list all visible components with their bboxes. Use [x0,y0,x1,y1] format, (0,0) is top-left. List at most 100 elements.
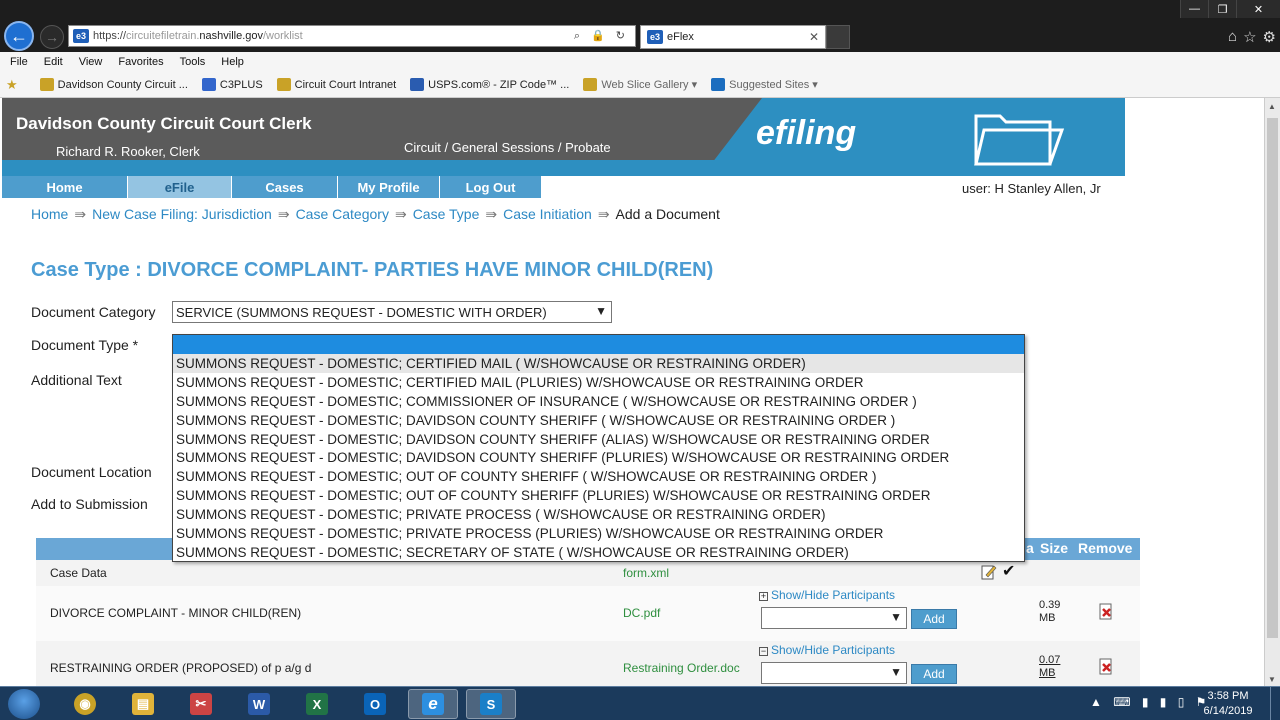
browser-right-icons: ⌂ ☆ ⚙ [1228,28,1276,46]
favorite-davidson[interactable]: Davidson County Circuit ... [39,78,188,91]
dropdown-option[interactable]: SUMMONS REQUEST - DOMESTIC; PRIVATE PROC… [173,524,1024,543]
row-document-name: Case Data [50,566,107,580]
dropdown-option[interactable]: SUMMONS REQUEST - DOMESTIC; DAVIDSON COU… [173,448,1024,467]
start-button[interactable] [8,689,40,719]
taskbar-app-snipping[interactable]: ✂ [176,689,226,719]
home-icon[interactable]: ⌂ [1228,28,1237,46]
dropdown-option[interactable]: SUMMONS REQUEST - DOMESTIC; CERTIFIED MA… [173,373,1024,392]
table-row: Case Data form.xml ✔ [36,560,1140,586]
menu-help[interactable]: Help [221,56,244,68]
favorite-icon [201,78,216,91]
dropdown-option[interactable]: SUMMONS REQUEST - DOMESTIC; DAVIDSON COU… [173,411,1024,430]
favorite-c3plus[interactable]: C3PLUS [201,78,263,91]
breadcrumb-separator: ⇛ [74,206,87,222]
row-file-link[interactable]: form.xml [623,566,669,580]
dropdown-option[interactable]: SUMMONS REQUEST - DOMESTIC; CERTIFIED MA… [173,354,1024,373]
add-participant-button[interactable]: Add [911,664,957,684]
dropdown-option[interactable]: SUMMONS REQUEST - DOMESTIC; COMMISSIONER… [173,392,1024,411]
system-tray-icons[interactable]: ▲ ⌨ ▮ ▮ ▯ ⚑ [1090,695,1210,709]
menu-edit[interactable]: Edit [44,56,63,68]
edit-icon[interactable] [981,564,997,580]
favorite-label: Circuit Court Intranet [294,78,397,91]
taskbar-app-outlook[interactable]: O [350,689,400,719]
scroll-up-icon[interactable]: ▲ [1268,102,1276,111]
favorites-star-icon[interactable]: ☆ [1243,28,1256,46]
word-icon: W [248,693,270,715]
breadcrumb-current: Add a Document [615,206,720,222]
row-document-name: DIVORCE COMPLAINT - MINOR CHILD(REN) [50,606,302,620]
show-hide-participants[interactable]: − Show/Hide Participants [759,643,895,657]
participant-select[interactable]: ▼ [761,607,907,629]
back-button[interactable]: ← [4,21,34,51]
minimize-button[interactable]: — [1180,0,1208,18]
remove-document-icon[interactable] [1098,658,1114,676]
forward-button[interactable]: → [40,25,64,49]
court-subtitle: Circuit / General Sessions / Probate [404,140,611,155]
dropdown-option[interactable]: SUMMONS REQUEST - DOMESTIC; OUT OF COUNT… [173,486,1024,505]
scrollbar-thumb[interactable] [1267,118,1278,638]
nav-efile[interactable]: eFile [128,176,232,198]
favorite-usps[interactable]: USPS.com® - ZIP Code™ ... [410,78,569,91]
taskbar-app-chrome[interactable]: ◉ [60,689,110,719]
show-hide-participants[interactable]: + Show/Hide Participants [759,588,895,602]
menu-file[interactable]: File [10,56,28,68]
tab-close-icon[interactable]: ✕ [809,30,819,44]
clock-time: 3:58 PM [1207,690,1249,702]
favorite-intranet[interactable]: Circuit Court Intranet [276,78,397,91]
dropdown-selected-option[interactable] [173,335,1024,354]
efiling-brand: efiling [756,114,857,152]
taskbar-app-explorer[interactable]: ▤ [118,689,168,719]
site-nav: Home eFile Cases My Profile Log Out [2,176,542,198]
dropdown-option[interactable]: SUMMONS REQUEST - DOMESTIC; DAVIDSON COU… [173,430,1024,449]
breadcrumb-case-initiation[interactable]: Case Initiation [503,206,592,223]
add-participant-button[interactable]: Add [911,609,957,629]
scroll-down-icon[interactable]: ▼ [1268,675,1276,684]
address-bar[interactable]: e3 https:// circuitefiletrain. nashville… [68,25,636,47]
row-file-link[interactable]: Restraining Order.doc [623,661,740,675]
breadcrumb-home[interactable]: Home [31,206,68,223]
browser-tab[interactable]: e3 eFlex ✕ [640,25,826,49]
additional-text-label: Additional Text [31,372,122,388]
remove-document-icon[interactable] [1098,603,1114,621]
participant-select[interactable]: ▼ [761,662,907,684]
chevron-down-icon: ▼ [890,665,902,679]
window-controls: — ❐ ✕ [1180,0,1280,18]
taskbar-app-ie[interactable]: e [408,689,458,719]
settings-gear-icon[interactable]: ⚙ [1263,28,1276,46]
breadcrumb-case-type[interactable]: Case Type [413,206,480,223]
dropdown-option[interactable]: SUMMONS REQUEST - DOMESTIC; SECRETARY OF… [173,543,1024,562]
dropdown-option[interactable]: SUMMONS REQUEST - DOMESTIC; OUT OF COUNT… [173,467,1024,486]
nav-home[interactable]: Home [2,176,128,198]
document-type-dropdown-list[interactable]: SUMMONS REQUEST - DOMESTIC; CERTIFIED MA… [172,334,1025,562]
chevron-down-icon: ▼ [890,610,902,624]
taskbar-clock[interactable]: 3:58 PM 6/14/2019 [1196,689,1260,719]
clerk-name: Richard R. Rooker, Clerk [56,144,200,159]
show-hide-label: Show/Hide Participants [771,588,896,602]
new-tab-button[interactable] [826,25,850,49]
menu-view[interactable]: View [79,56,103,68]
dropdown-option[interactable]: SUMMONS REQUEST - DOMESTIC; PRIVATE PROC… [173,505,1024,524]
favorite-web-slice[interactable]: Web Slice Gallery ▾ [583,78,697,91]
show-desktop-button[interactable] [1270,687,1280,720]
vertical-scrollbar[interactable]: ▲ ▼ [1264,98,1280,688]
nav-cases[interactable]: Cases [232,176,338,198]
breadcrumb-case-category[interactable]: Case Category [296,206,389,223]
favorite-icon [410,78,425,91]
taskbar-app-word[interactable]: W [234,689,284,719]
close-window-button[interactable]: ✕ [1236,0,1280,18]
arrow-right-icon: → [45,29,59,45]
document-category-select[interactable]: SERVICE (SUMMONS REQUEST - DOMESTIC WITH… [172,301,612,323]
nav-log-out[interactable]: Log Out [440,176,542,198]
menu-favorites[interactable]: Favorites [118,56,163,68]
snipping-tool-icon: ✂ [190,693,212,715]
maximize-button[interactable]: ❐ [1208,0,1236,18]
favorites-star-button[interactable]: ★ [6,77,26,93]
menu-tools[interactable]: Tools [180,56,206,68]
row-file-link[interactable]: DC.pdf [623,606,660,620]
favorite-suggested[interactable]: Suggested Sites ▾ [711,78,818,91]
breadcrumb-jurisdiction[interactable]: New Case Filing: Jurisdiction [92,206,272,223]
nav-my-profile[interactable]: My Profile [338,176,440,198]
taskbar-app-excel[interactable]: X [292,689,342,719]
taskbar-app-skype[interactable]: S [466,689,516,719]
address-bar-icons[interactable]: ⌕ 🔒 ↻ [574,29,629,43]
